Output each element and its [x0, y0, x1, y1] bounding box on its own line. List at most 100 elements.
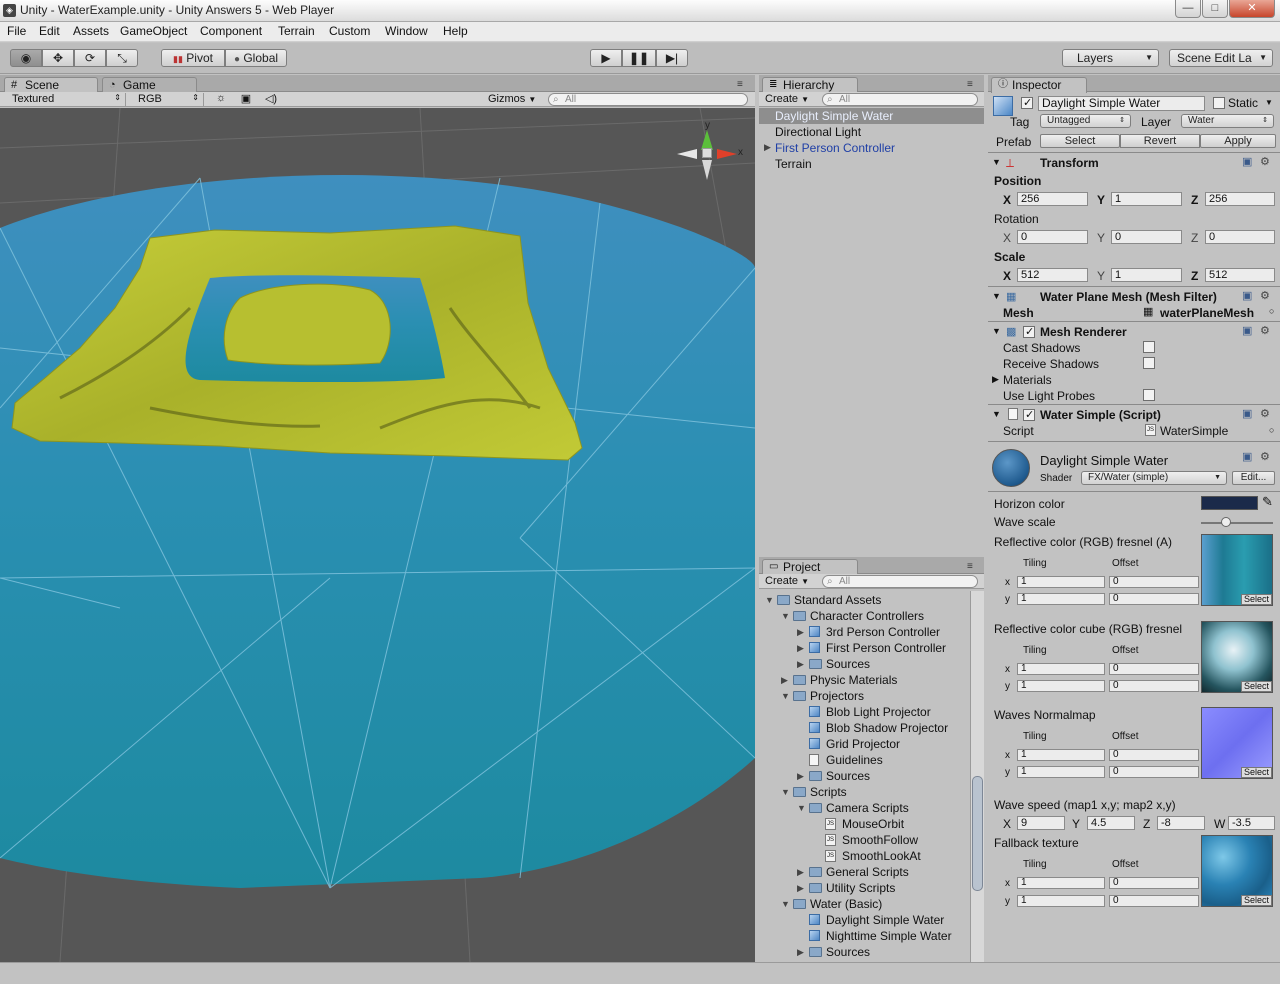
texture-select-button[interactable]: Select: [1240, 767, 1272, 778]
hierarchy-item-first-person-controller[interactable]: First Person Controller: [775, 141, 895, 155]
project-tree-row[interactable]: Nighttime Simple Water: [759, 928, 969, 944]
object-picker-icon[interactable]: ○: [1269, 425, 1274, 435]
shader-dropdown[interactable]: FX/Water (simple) ▼: [1081, 471, 1227, 485]
collapse-arrow-icon[interactable]: ▼: [781, 787, 790, 797]
texture-select-button[interactable]: Select: [1240, 681, 1272, 692]
menu-edit[interactable]: Edit: [39, 24, 60, 38]
fallback-offset-x[interactable]: 0: [1109, 877, 1199, 889]
position-y-field[interactable]: 1: [1111, 192, 1182, 206]
wave-speed-y-field[interactable]: 4.5: [1087, 816, 1135, 830]
project-tree-row[interactable]: ▼ Standard Assets: [759, 592, 969, 608]
gizmo-negy-cone[interactable]: [702, 160, 712, 180]
tex1-offset-y[interactable]: 0: [1109, 593, 1199, 605]
scale-tool-button[interactable]: ⤡: [106, 49, 138, 67]
tex2-offset-x[interactable]: 0: [1109, 663, 1199, 675]
project-tree-row[interactable]: ▶ Utility Scripts: [759, 880, 969, 896]
dropdown-arrow-icon[interactable]: ▼: [1265, 98, 1273, 107]
project-tree-row[interactable]: Grid Projector: [759, 736, 969, 752]
gear-icon[interactable]: ⚙: [1260, 289, 1270, 302]
rotation-y-field[interactable]: 0: [1111, 230, 1182, 244]
collapse-arrow-icon[interactable]: ▼: [781, 899, 790, 909]
pivot-toggle[interactable]: ▮▮ Pivot: [161, 49, 225, 67]
mesh-renderer-enabled-checkbox[interactable]: [1023, 325, 1035, 338]
scrollbar-thumb[interactable]: [972, 776, 983, 891]
object-picker-icon[interactable]: ○: [1269, 306, 1274, 316]
wave-speed-w-field[interactable]: -3.5: [1228, 816, 1275, 830]
position-x-field[interactable]: 256: [1017, 192, 1088, 206]
menu-custom[interactable]: Custom: [329, 24, 370, 38]
project-tree-row[interactable]: ▶ Sources: [759, 944, 969, 960]
menu-help[interactable]: Help: [443, 24, 468, 38]
scene-viewport[interactable]: y x: [0, 108, 755, 962]
step-button[interactable]: ▶|: [656, 49, 688, 67]
project-tree-row[interactable]: ▶ 3rd Person Controller: [759, 624, 969, 640]
tab-hierarchy[interactable]: ≣ Hierarchy: [762, 77, 858, 93]
expand-arrow-icon[interactable]: ▶: [797, 659, 804, 670]
project-tree-row[interactable]: JS SmoothFollow: [759, 832, 969, 848]
fallback-texture[interactable]: Select: [1201, 835, 1273, 907]
project-create-dropdown[interactable]: Create ▼: [765, 575, 817, 587]
light-probes-checkbox[interactable]: [1143, 389, 1155, 401]
waves-normalmap-texture[interactable]: Select: [1201, 707, 1273, 779]
water-script-enabled-checkbox[interactable]: [1023, 408, 1035, 421]
hierarchy-item-daylight-simple-water[interactable]: Daylight Simple Water: [775, 109, 893, 123]
expand-arrow-icon[interactable]: ▶: [797, 883, 804, 894]
collapse-arrow-icon[interactable]: ▼: [797, 803, 806, 813]
mesh-value[interactable]: waterPlaneMesh: [1160, 306, 1254, 320]
project-tree-row[interactable]: ▶ General Scripts: [759, 864, 969, 880]
project-tree-row[interactable]: Daylight Simple Water: [759, 912, 969, 928]
collapse-arrow-icon[interactable]: ▼: [781, 611, 790, 621]
move-tool-button[interactable]: ✥: [42, 49, 74, 67]
wave-speed-z-field[interactable]: -8: [1157, 816, 1205, 830]
position-z-field[interactable]: 256: [1205, 192, 1275, 206]
gear-icon[interactable]: ⚙: [1260, 155, 1270, 168]
project-tree-row[interactable]: ▶ Sources: [759, 768, 969, 784]
project-tree-row[interactable]: ▼ Water (Basic): [759, 896, 969, 912]
orientation-gizmo[interactable]: y x: [674, 118, 748, 192]
color-mode-dropdown[interactable]: RGB ⇕: [130, 93, 204, 106]
layer-dropdown[interactable]: Water ⇕: [1181, 114, 1274, 128]
gear-icon[interactable]: ⚙: [1260, 450, 1270, 463]
project-scrollbar[interactable]: [970, 591, 984, 962]
gizmos-dropdown[interactable]: Gizmos ▼: [488, 93, 536, 105]
view-tool-button[interactable]: ◉: [10, 49, 42, 67]
expand-arrow-icon[interactable]: ▶: [781, 675, 788, 686]
wave-scale-slider-thumb[interactable]: [1221, 517, 1232, 527]
expand-arrow-icon[interactable]: ▶: [797, 643, 804, 654]
shader-edit-button[interactable]: Edit...: [1232, 471, 1275, 485]
help-book-icon[interactable]: ▣: [1242, 450, 1252, 463]
fallback-tiling-x[interactable]: 1: [1017, 877, 1105, 889]
tag-dropdown[interactable]: Untagged ⇕: [1040, 114, 1131, 128]
prefab-apply-button[interactable]: Apply: [1200, 134, 1276, 148]
tex2-tiling-x[interactable]: 1: [1017, 663, 1105, 675]
project-tree-row[interactable]: Blob Shadow Projector: [759, 720, 969, 736]
gizmo-x-cone[interactable]: [717, 149, 737, 159]
expand-arrow-icon[interactable]: ▶: [797, 771, 804, 782]
close-button[interactable]: ✕: [1229, 0, 1275, 18]
hierarchy-item-terrain[interactable]: Terrain: [775, 157, 812, 171]
collapse-arrow-icon[interactable]: ▼: [765, 595, 774, 605]
scale-y-field[interactable]: 1: [1111, 268, 1182, 282]
menu-assets[interactable]: Assets: [73, 24, 109, 38]
expand-arrow-icon[interactable]: ▶: [992, 374, 999, 385]
help-book-icon[interactable]: ▣: [1242, 324, 1252, 337]
reflective-cube-texture[interactable]: Select: [1201, 621, 1273, 693]
tab-game[interactable]: ◔ Game: [102, 77, 197, 93]
tex3-offset-x[interactable]: 0: [1109, 749, 1199, 761]
hierarchy-create-dropdown[interactable]: Create ▼: [765, 93, 817, 105]
prefab-revert-button[interactable]: Revert: [1120, 134, 1200, 148]
gear-icon[interactable]: ⚙: [1260, 407, 1270, 420]
tex1-offset-x[interactable]: 0: [1109, 576, 1199, 588]
project-tree-row[interactable]: ▼ Camera Scripts: [759, 800, 969, 816]
project-tree-row[interactable]: ▶ Sources: [759, 656, 969, 672]
hierarchy-item-directional-light[interactable]: Directional Light: [775, 125, 861, 139]
collapse-arrow-icon[interactable]: ▼: [992, 326, 1001, 336]
audio-toggle[interactable]: ◁): [260, 92, 282, 106]
panel-menu-icon[interactable]: ≡: [737, 79, 743, 90]
rotate-tool-button[interactable]: ⟳: [74, 49, 106, 67]
tex1-tiling-x[interactable]: 1: [1017, 576, 1105, 588]
tab-project[interactable]: ▭ Project: [762, 559, 858, 575]
menu-file[interactable]: File: [7, 24, 26, 38]
maximize-button[interactable]: □: [1202, 0, 1228, 18]
tab-inspector[interactable]: ⓘ Inspector: [991, 77, 1087, 93]
